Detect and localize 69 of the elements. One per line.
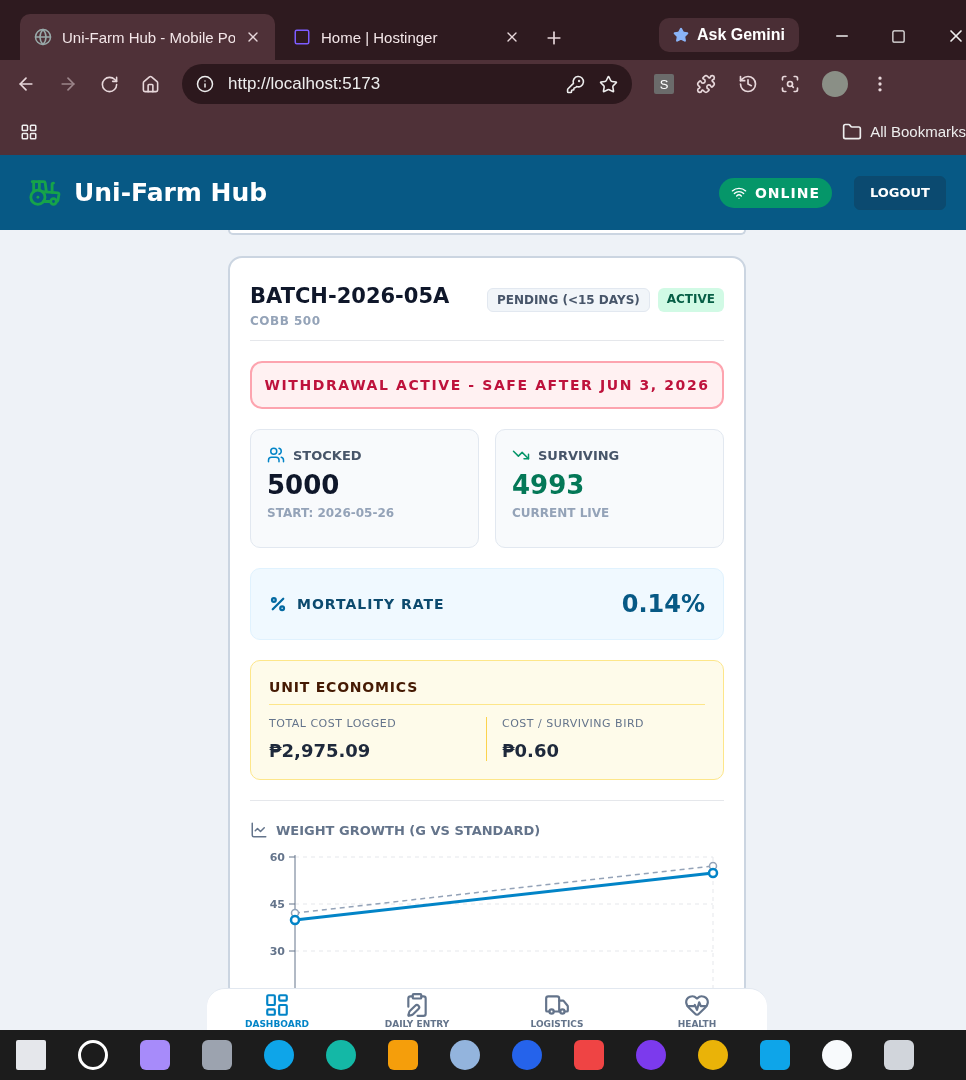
url-text: http://localhost:5173 xyxy=(228,74,382,94)
stat-note: CURRENT LIVE xyxy=(512,506,611,520)
extensions-icon[interactable] xyxy=(696,74,716,94)
ask-gemini-button[interactable]: Ask Gemini xyxy=(658,18,799,52)
bookmark-star-icon[interactable] xyxy=(599,74,618,94)
stat-value: 4993 xyxy=(512,470,586,500)
cost-value: ₱0.60 xyxy=(502,740,560,761)
all-bookmarks-button[interactable]: All Bookmarks xyxy=(842,121,966,142)
nav-tab[interactable]: HEALTH xyxy=(627,989,767,1030)
reload-icon[interactable] xyxy=(100,74,119,94)
truck-icon xyxy=(544,992,570,1018)
info-icon[interactable] xyxy=(196,75,214,93)
code-editor-icon[interactable] xyxy=(760,1040,790,1070)
copilot-icon[interactable] xyxy=(140,1040,170,1070)
extension-icon[interactable]: S xyxy=(654,74,674,94)
profile-avatar[interactable] xyxy=(822,71,848,97)
home-icon[interactable] xyxy=(141,74,160,94)
history-icon[interactable] xyxy=(738,74,758,94)
tab-title: Uni-Farm Hub - Mobile Po xyxy=(62,28,235,46)
nav-tab[interactable]: DASHBOARD xyxy=(207,989,347,1030)
line-chart-icon xyxy=(250,821,268,839)
search-tabs-icon[interactable] xyxy=(780,74,800,94)
batch-id: BATCH-2026-05A xyxy=(250,284,450,308)
cost-label: COST / SURVIVING BIRD xyxy=(502,717,645,730)
editor-icon[interactable] xyxy=(388,1040,418,1070)
status-badge: PENDING (<15 DAYS) xyxy=(486,288,650,312)
stat-label: STOCKED xyxy=(293,447,362,463)
tab-title: Home | Hostinger xyxy=(321,28,439,46)
maximize-icon[interactable] xyxy=(891,28,906,44)
globe-icon xyxy=(34,28,52,46)
folder-icon xyxy=(842,121,863,142)
app-title: Uni-Farm Hub xyxy=(74,178,268,207)
y-tick-label: 45 xyxy=(269,898,285,911)
dashboard-icon xyxy=(264,992,290,1018)
withdrawal-banner: WITHDRAWAL ACTIVE - SAFE AFTER JUN 3, 2026 xyxy=(250,361,724,409)
heart-pulse-icon xyxy=(684,992,710,1018)
app-icon[interactable] xyxy=(264,1040,294,1070)
cost-label: TOTAL COST LOGGED xyxy=(269,717,398,730)
clipboard-pen-icon xyxy=(404,992,430,1018)
chart-title: WEIGHT GROWTH (G VS STANDARD) xyxy=(276,822,541,838)
app-icon[interactable] xyxy=(450,1040,480,1070)
percent-icon xyxy=(269,595,287,613)
y-tick-label: 60 xyxy=(269,851,285,864)
online-status-badge: ONLINE xyxy=(718,177,832,208)
users-icon xyxy=(267,446,285,464)
apps-grid-icon[interactable] xyxy=(20,122,38,141)
app-icon[interactable] xyxy=(822,1040,852,1070)
mortality-label: MORTALITY RATE xyxy=(297,596,445,612)
breed-label: COBB 500 xyxy=(250,314,322,328)
messenger-icon[interactable] xyxy=(512,1040,542,1070)
address-bar[interactable]: http://localhost:5173 xyxy=(182,64,632,104)
browser-icon[interactable] xyxy=(326,1040,356,1070)
status-badge: ACTIVE xyxy=(657,288,724,312)
stat-note: START: 2026-05-26 xyxy=(267,506,396,520)
economics-title: UNIT ECONOMICS xyxy=(269,679,705,705)
key-icon[interactable] xyxy=(566,74,585,94)
nav-tab[interactable]: LOGISTICS xyxy=(487,989,627,1030)
camera-icon[interactable] xyxy=(202,1040,232,1070)
app-icon[interactable] xyxy=(884,1040,914,1070)
stat-value: 5000 xyxy=(267,470,341,500)
stat-label: SURVIVING xyxy=(538,447,620,463)
browser-tab[interactable]: Home | Hostinger xyxy=(279,14,534,60)
browser-tab[interactable]: Uni-Farm Hub - Mobile Po xyxy=(20,14,275,60)
browser-icon[interactable] xyxy=(698,1040,728,1070)
logout-button[interactable]: LOGOUT xyxy=(853,175,946,210)
cost-value: ₱2,975.09 xyxy=(269,740,372,761)
nav-tab[interactable]: DAILY ENTRY xyxy=(347,989,487,1030)
mortality-value: 0.14% xyxy=(621,590,705,618)
y-tick-label: 30 xyxy=(269,945,285,958)
